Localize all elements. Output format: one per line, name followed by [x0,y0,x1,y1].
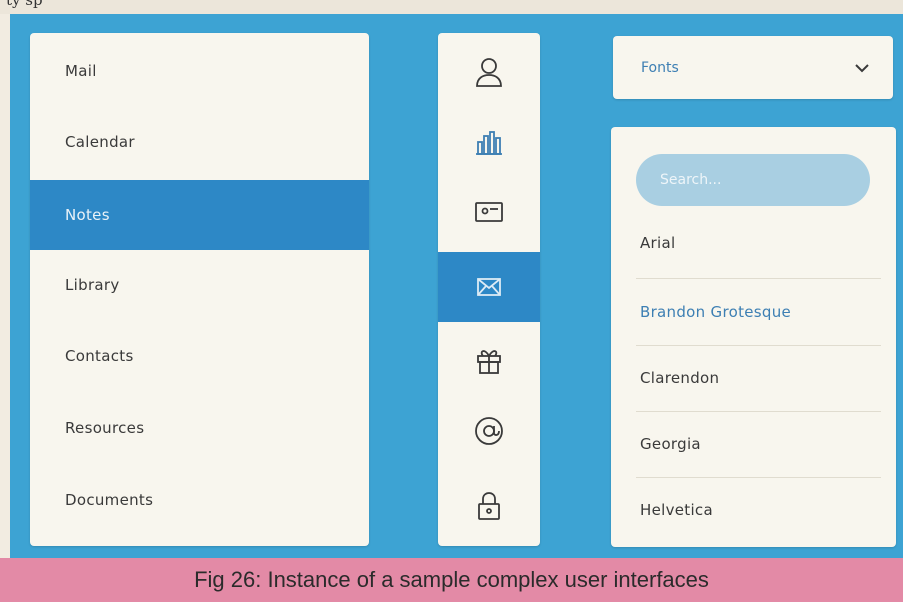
menu-item-label: Calendar [65,133,135,151]
menu-item-contacts[interactable]: Contacts [30,321,369,391]
font-item-label: Brandon Grotesque [640,303,792,321]
menu-item-label: Resources [65,419,145,437]
font-item-helvetica[interactable]: Helvetica [611,477,896,543]
user-button[interactable] [438,37,540,107]
search-input[interactable] [636,154,870,206]
figure-caption: Fig 26: Instance of a sample complex use… [0,558,903,602]
cropped-text: ty sp [6,0,43,9]
menu-item-label: Notes [65,206,110,224]
menu-item-label: Library [65,276,120,294]
stats-button[interactable] [438,107,540,177]
font-item-label: Georgia [640,435,701,453]
menu-item-label: Documents [65,491,154,509]
user-icon [476,58,502,87]
gift-icon [477,350,501,374]
menu-item-label: Mail [65,62,97,80]
font-item-label: Clarendon [640,369,720,387]
font-item-georgia[interactable]: Georgia [611,411,896,477]
dropdown-label: Fonts [641,59,679,76]
fonts-dropdown[interactable]: Fonts [613,36,893,99]
bar-chart-icon [476,131,502,155]
menu-item-resources[interactable]: Resources [30,393,369,463]
menu-item-calendar[interactable]: Calendar [30,107,369,177]
font-item-arial[interactable]: Arial [611,210,896,276]
card-button[interactable] [438,177,540,247]
font-item-clarendon[interactable]: Clarendon [611,345,896,411]
font-list-panel: Arial Brandon Grotesque Clarendon Georgi… [611,127,896,547]
menu-item-library[interactable]: Library [30,250,369,320]
at-button[interactable] [438,396,540,466]
mail-icon [477,278,501,296]
menu-item-documents[interactable]: Documents [30,465,369,535]
mail-button[interactable] [438,252,540,322]
chevron-down-icon [855,63,869,72]
at-sign-icon [475,417,503,445]
gift-button[interactable] [438,325,540,395]
lock-button[interactable] [438,470,540,540]
menu-item-label: Contacts [65,347,134,365]
card-icon [475,202,503,222]
lock-icon [478,492,500,520]
font-item-label: Helvetica [640,501,713,519]
font-item-label: Arial [640,234,676,252]
navigation-menu: Mail Calendar Notes Library Contacts Res… [30,33,369,546]
top-cropped-text: ty sp [0,0,903,14]
menu-item-notes[interactable]: Notes [30,180,369,250]
font-item-brandon-grotesque[interactable]: Brandon Grotesque [611,279,896,345]
menu-item-mail[interactable]: Mail [30,36,369,106]
icon-toolbar [438,33,540,546]
